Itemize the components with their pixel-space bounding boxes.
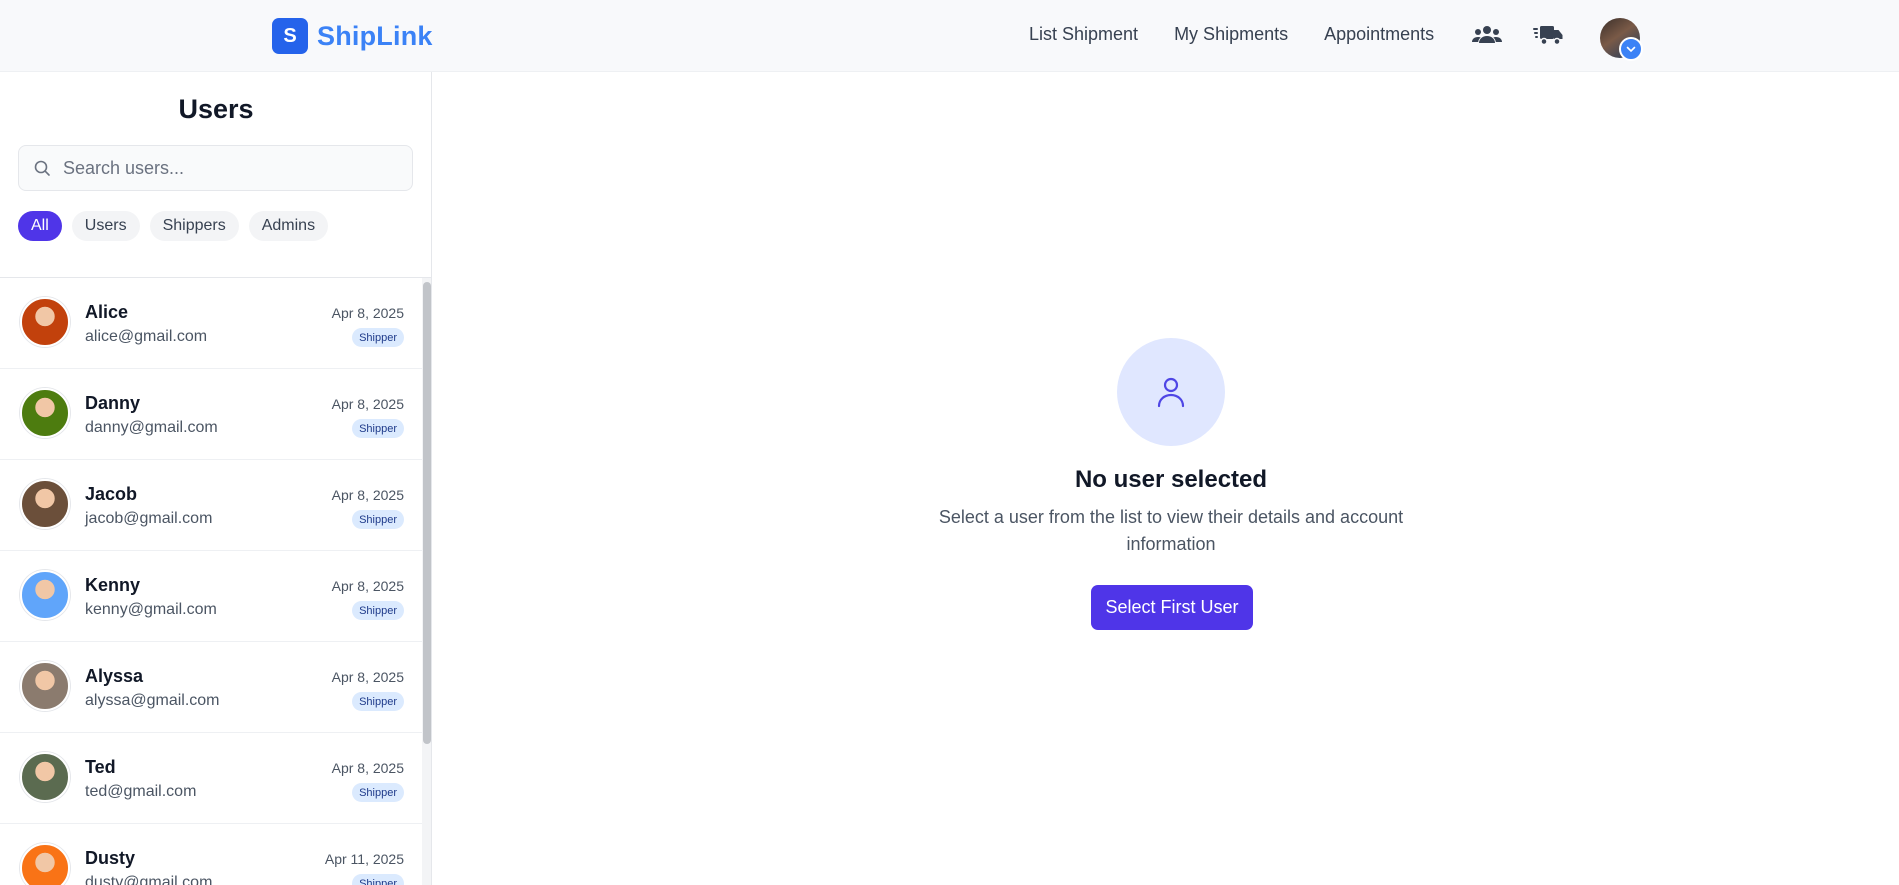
user-name: Alyssa bbox=[85, 666, 144, 686]
user-avatar bbox=[20, 479, 70, 529]
logo-mark: S bbox=[272, 18, 308, 54]
search-icon bbox=[34, 160, 50, 176]
user-avatar bbox=[20, 661, 70, 711]
main-nav: List Shipment My Shipments Appointments bbox=[1029, 24, 1470, 45]
user-list: Alice alice@gmail.com Apr 8, 2025 Shipper Da… bbox=[0, 278, 422, 885]
user-list-item[interactable]: Kenny kenny@gmail.com Apr 8, 2025 Shipper bbox=[0, 551, 422, 642]
user-joined-date: Apr 8, 2025 bbox=[331, 487, 404, 503]
user-list-item[interactable]: Dusty dusty@gmail.com Apr 11, 2025 Shipper bbox=[0, 824, 422, 885]
user-name: Danny bbox=[85, 393, 141, 413]
scrollbar-thumb[interactable] bbox=[423, 282, 431, 744]
chevron-down-icon[interactable] bbox=[1619, 37, 1643, 61]
user-avatar bbox=[20, 297, 70, 347]
nav-appointments[interactable]: Appointments bbox=[1324, 24, 1434, 45]
filter-users[interactable]: Users bbox=[71, 211, 140, 241]
user-joined-date: Apr 11, 2025 bbox=[324, 851, 404, 867]
brand-logo[interactable]: S ShipLink bbox=[272, 18, 433, 54]
empty-state-description: Select a user from the list to view thei… bbox=[938, 507, 1404, 554]
users-sidebar: Users All Users Shippers Admins Alice ali… bbox=[0, 72, 432, 885]
user-avatar bbox=[20, 752, 70, 802]
sidebar-title: Users bbox=[178, 94, 254, 124]
select-first-user-button[interactable]: Select First User bbox=[1091, 585, 1253, 630]
user-name: Kenny bbox=[85, 575, 141, 595]
user-name: Jacob bbox=[85, 484, 138, 504]
user-joined-date: Apr 8, 2025 bbox=[331, 396, 404, 412]
top-navbar: S ShipLink List Shipment My Shipments Ap… bbox=[0, 0, 1899, 72]
filter-admins[interactable]: Admins bbox=[248, 211, 329, 241]
filter-shippers[interactable]: Shippers bbox=[149, 211, 239, 241]
user-name: Alice bbox=[85, 302, 129, 322]
users-icon[interactable] bbox=[1471, 22, 1503, 48]
user-list-item[interactable]: Danny danny@gmail.com Apr 8, 2025 Shipper bbox=[0, 369, 422, 460]
role-badge: Shipper bbox=[352, 692, 404, 711]
nav-my-shipments[interactable]: My Shipments bbox=[1174, 24, 1288, 45]
user-joined-date: Apr 8, 2025 bbox=[331, 669, 404, 685]
role-badge: Shipper bbox=[352, 510, 404, 529]
user-list-item[interactable]: Ted ted@gmail.com Apr 8, 2025 Shipper bbox=[0, 733, 422, 824]
search-input[interactable] bbox=[63, 146, 403, 190]
role-badge: Shipper bbox=[352, 419, 404, 438]
role-badge: Shipper bbox=[352, 783, 404, 802]
search-box[interactable] bbox=[18, 145, 413, 191]
user-avatar bbox=[20, 843, 70, 885]
user-email: kenny@gmail.com bbox=[85, 601, 217, 618]
role-badge: Shipper bbox=[352, 328, 404, 347]
nav-list-shipment[interactable]: List Shipment bbox=[1029, 24, 1138, 45]
user-icon bbox=[1117, 338, 1225, 446]
user-email: ted@gmail.com bbox=[85, 783, 197, 800]
user-list-item[interactable]: Jacob jacob@gmail.com Apr 8, 2025 Shipper bbox=[0, 460, 422, 551]
empty-state-title: No user selected bbox=[1074, 466, 1268, 493]
user-avatar bbox=[20, 388, 70, 438]
role-filters: All Users Shippers Admins bbox=[18, 211, 329, 241]
user-email: danny@gmail.com bbox=[85, 419, 218, 436]
filter-all[interactable]: All bbox=[18, 211, 62, 241]
user-list-item[interactable]: Alice alice@gmail.com Apr 8, 2025 Shipper bbox=[0, 278, 422, 369]
user-name: Ted bbox=[85, 757, 116, 777]
role-badge: Shipper bbox=[352, 874, 404, 885]
user-joined-date: Apr 8, 2025 bbox=[331, 760, 404, 776]
truck-icon[interactable] bbox=[1532, 22, 1564, 48]
user-name: Dusty bbox=[85, 848, 136, 868]
brand-name: ShipLink bbox=[317, 20, 433, 51]
user-email: alice@gmail.com bbox=[85, 328, 208, 345]
user-detail-panel: No user selected Select a user from the … bbox=[432, 72, 1899, 885]
user-email: alyssa@gmail.com bbox=[85, 692, 220, 709]
user-joined-date: Apr 8, 2025 bbox=[331, 305, 404, 321]
user-avatar bbox=[20, 570, 70, 620]
user-joined-date: Apr 8, 2025 bbox=[331, 578, 404, 594]
user-list-item[interactable]: Alyssa alyssa@gmail.com Apr 8, 2025 Shipper bbox=[0, 642, 422, 733]
role-badge: Shipper bbox=[352, 601, 404, 620]
user-list-scrollbar[interactable] bbox=[422, 278, 431, 885]
user-email: dusty@gmail.com bbox=[85, 874, 213, 885]
user-email: jacob@gmail.com bbox=[85, 510, 213, 527]
